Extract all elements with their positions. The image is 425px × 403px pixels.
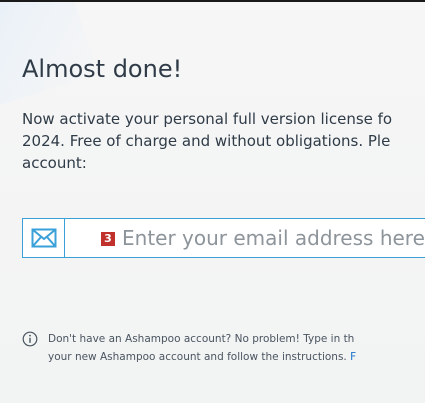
hint-line-2: your new Ashampoo account and follow the… bbox=[48, 348, 356, 366]
hint-note: Don't have an Ashampoo account? No probl… bbox=[22, 330, 425, 366]
envelope-glyph bbox=[31, 228, 56, 248]
email-input[interactable] bbox=[65, 219, 425, 257]
page-title: Almost done! bbox=[22, 55, 183, 83]
hint-link[interactable]: F bbox=[350, 351, 356, 363]
window-top-border bbox=[0, 0, 425, 2]
intro-text: Now activate your personal full version … bbox=[22, 108, 425, 174]
activation-dialog: Almost done! Now activate your personal … bbox=[0, 0, 425, 403]
intro-line-2: 2024. Free of charge and without obligat… bbox=[22, 132, 391, 150]
mail-icon bbox=[23, 219, 65, 257]
info-icon bbox=[22, 331, 38, 347]
hint-line-1: Don't have an Ashampoo account? No probl… bbox=[48, 333, 355, 345]
intro-line-1: Now activate your personal full version … bbox=[22, 110, 393, 128]
email-field[interactable]: 3 bbox=[22, 218, 425, 258]
intro-line-3: account: bbox=[22, 154, 87, 172]
hint-text: Don't have an Ashampoo account? No probl… bbox=[48, 330, 356, 366]
hint-line-2-text: your new Ashampoo account and follow the… bbox=[48, 351, 347, 363]
step-badge: 3 bbox=[101, 232, 115, 246]
